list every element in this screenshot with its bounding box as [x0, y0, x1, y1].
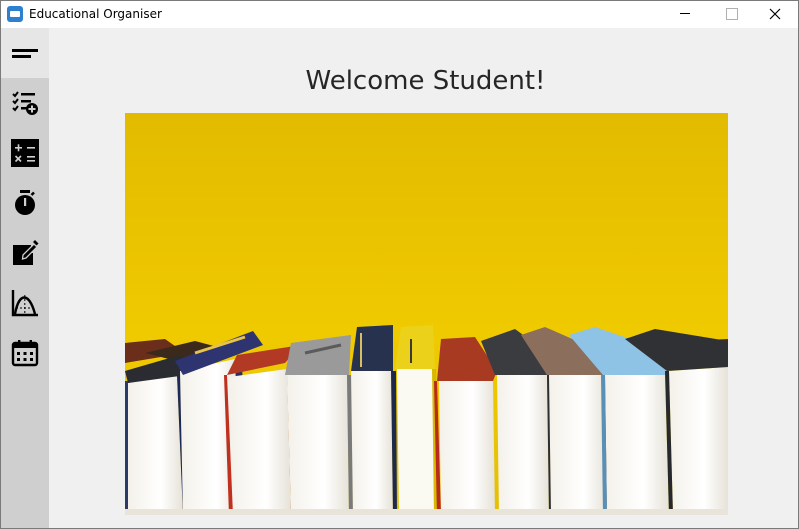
graph-curve-icon	[11, 290, 38, 317]
calendar-icon	[11, 340, 39, 367]
stopwatch-icon	[15, 190, 35, 215]
books-illustration	[125, 113, 728, 515]
sidebar	[1, 28, 49, 528]
sidebar-item-graph[interactable]	[1, 278, 49, 328]
welcome-heading: Welcome Student!	[305, 66, 546, 96]
app-window: Educational Organiser Welcome Student!	[0, 0, 799, 529]
calculator-icon	[11, 139, 39, 167]
task-list-add-icon	[12, 91, 38, 115]
app-logo-icon	[7, 6, 23, 22]
main-content: Welcome Student!	[49, 28, 798, 528]
sidebar-item-calendar[interactable]	[1, 328, 49, 378]
close-icon	[769, 8, 781, 20]
sidebar-item-notes[interactable]	[1, 228, 49, 278]
sidebar-item-timer[interactable]	[1, 178, 49, 228]
window-title: Educational Organiser	[29, 7, 162, 21]
edit-note-icon	[13, 240, 39, 265]
sidebar-item-tasks[interactable]	[1, 78, 49, 128]
sidebar-menu-button[interactable]	[1, 28, 49, 78]
minimize-button[interactable]	[662, 1, 708, 28]
sidebar-item-calculator[interactable]	[1, 128, 49, 178]
hamburger-menu-icon	[12, 49, 38, 58]
title-bar[interactable]: Educational Organiser	[1, 1, 798, 28]
maximize-button[interactable]	[708, 1, 754, 28]
close-button[interactable]	[752, 1, 798, 28]
hero-image	[125, 113, 728, 515]
